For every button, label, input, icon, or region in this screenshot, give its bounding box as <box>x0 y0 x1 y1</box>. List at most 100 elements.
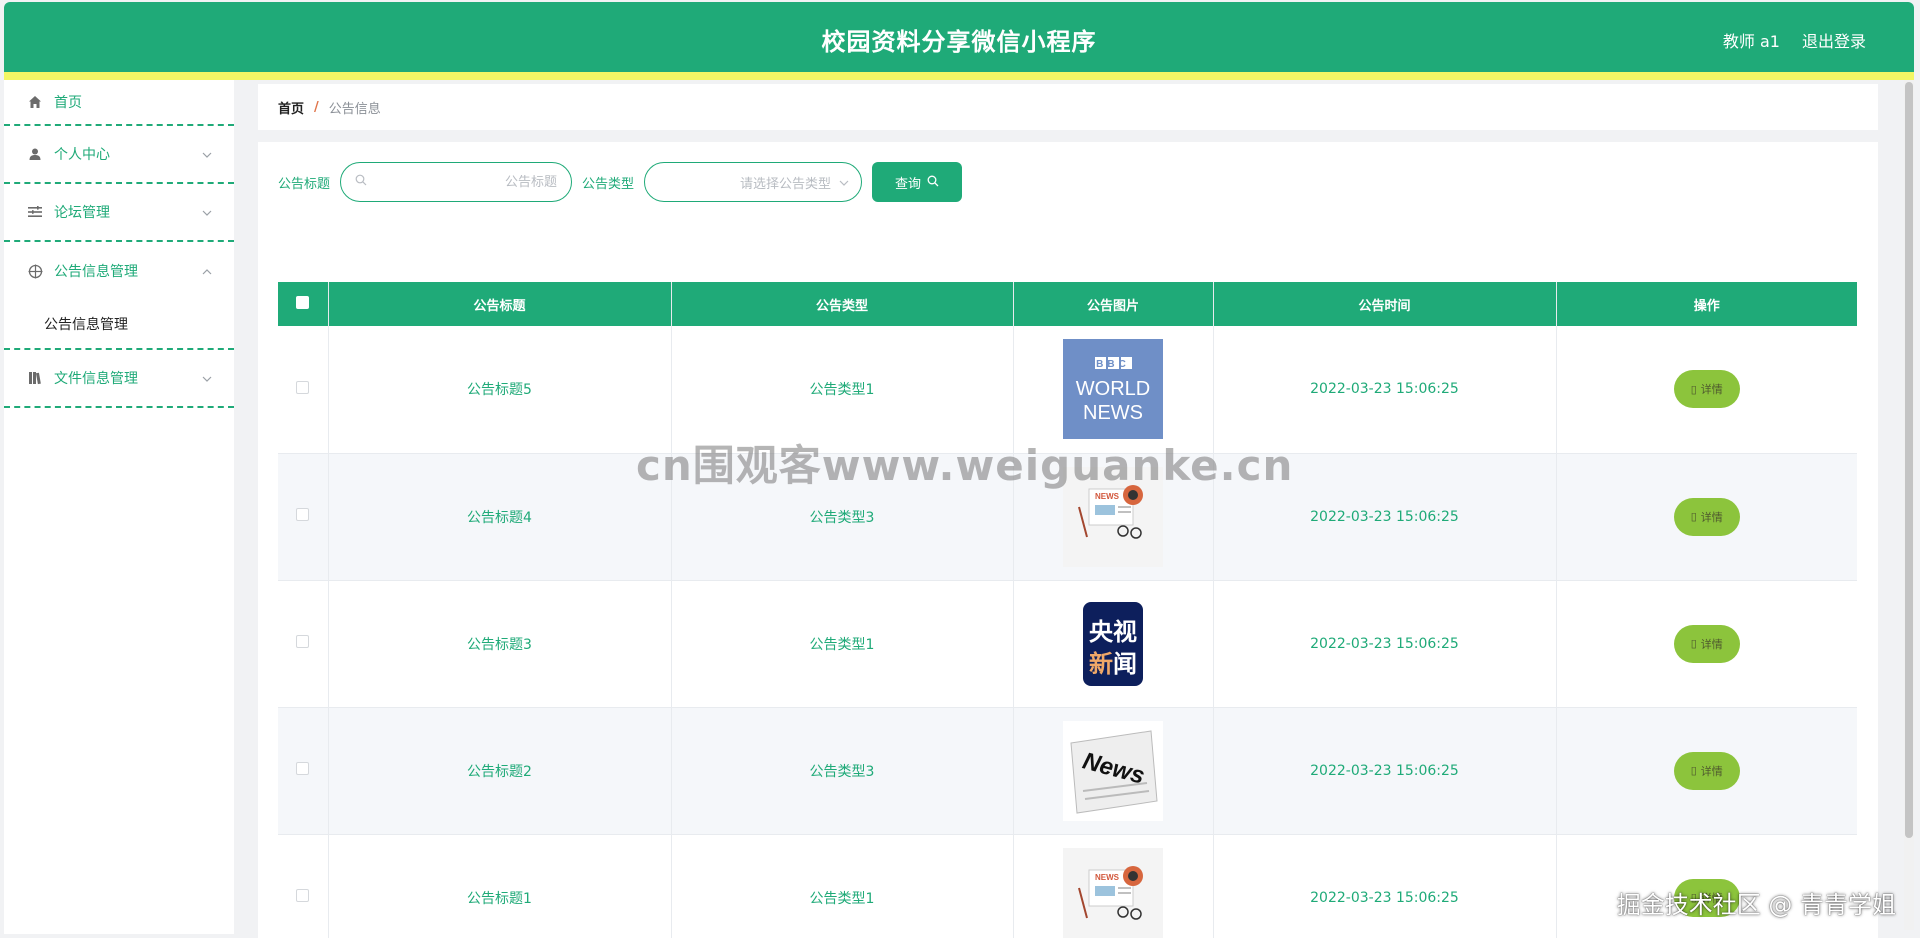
page-scrollbar[interactable] <box>1904 80 1914 930</box>
type-select-placeholder: 请选择公告类型 <box>740 176 832 192</box>
table-header-row: 公告标题 公告类型 公告图片 公告时间 操作 <box>278 282 1857 326</box>
breadcrumb-home[interactable]: 首页 <box>278 98 304 117</box>
sidebar-item-label: 公告信息管理 <box>54 264 138 280</box>
user-icon <box>26 145 44 163</box>
announcement-type-cell: 公告类型1 <box>671 326 1014 454</box>
sidebar-item-home[interactable]: 首页 <box>4 80 234 126</box>
sidebar-item-announcement[interactable]: 公告信息管理 <box>4 242 234 300</box>
type-select[interactable]: 请选择公告类型 <box>644 162 863 202</box>
announcement-title-cell: 公告标题1 <box>328 834 672 938</box>
breadcrumb: 首页 / 公告信息 <box>258 84 1878 130</box>
announcement-type-cell: 公告类型3 <box>671 453 1014 581</box>
news-paper-clip-image: NEWS <box>1063 466 1163 567</box>
announcement-image-cell: NEWS <box>1013 834 1214 938</box>
document-icon: ▯ <box>1690 383 1697 396</box>
svg-text:央视: 央视 <box>1089 618 1137 646</box>
announcement-time-cell: 2022-03-23 15:06:25 <box>1213 453 1557 581</box>
announcement-image-cell: BBC WORLD NEWS <box>1013 326 1214 454</box>
logout-link[interactable]: 退出登录 <box>1802 28 1866 52</box>
compass-icon <box>26 262 44 280</box>
announcement-time-cell: 2022-03-23 15:06:25 <box>1213 326 1557 454</box>
search-bar: 公告标题 公告类型 请选择公告类型 查询 <box>278 162 963 202</box>
sidebar-item-label: 个人中心 <box>54 147 110 163</box>
query-button-label: 查询 <box>895 175 922 191</box>
announcement-image-cell: 央视 新 闻 <box>1013 580 1214 708</box>
svg-text:WORLD: WORLD <box>1076 378 1150 400</box>
header-accent-strip <box>4 72 1914 80</box>
sidebar: 首页 个人中心 论坛管理 公告信息管理 公告信息管理 文件信息管理 <box>4 80 234 934</box>
main-content: 首页 / 公告信息 公告标题 公告类型 请选择公告类型 <box>258 84 1878 938</box>
svg-text:BBC: BBC <box>1096 359 1130 370</box>
announcement-image-cell: NEWS <box>1013 453 1214 581</box>
row-checkbox[interactable] <box>296 762 310 775</box>
user-info: 教师 a1 退出登录 <box>1723 28 1866 52</box>
row-checkbox[interactable] <box>296 635 310 648</box>
app-title: 校园资料分享微信小程序 <box>821 28 1097 56</box>
column-header: 公告图片 <box>1013 282 1214 326</box>
submenu-announcement: 公告信息管理 <box>4 300 234 350</box>
announcement-table: 公告标题 公告类型 公告图片 公告时间 操作 公告标题5 公告类型1 BBC W… <box>278 282 1857 938</box>
bbc-world-news-image: BBC WORLD NEWS <box>1063 339 1163 440</box>
detail-button[interactable]: ▯ 详情 <box>1673 497 1740 536</box>
select-all-checkbox[interactable] <box>278 282 329 326</box>
sidebar-item-label: 论坛管理 <box>54 205 110 221</box>
home-icon <box>26 93 44 111</box>
announcement-title-cell: 公告标题4 <box>328 453 672 581</box>
chevron-down-icon <box>839 176 849 189</box>
announcement-type-cell: 公告类型3 <box>671 707 1014 835</box>
title-search-field <box>340 162 573 202</box>
detail-button[interactable]: ▯ 详情 <box>1673 878 1740 917</box>
announcement-title-cell: 公告标题5 <box>328 326 672 454</box>
svg-text:NEWS: NEWS <box>1095 492 1120 501</box>
announcement-title-cell: 公告标题2 <box>328 707 672 835</box>
search-icon <box>355 174 367 190</box>
table-row: 公告标题5 公告类型1 BBC WORLD NEWS 2022-03-23 15… <box>278 326 1857 454</box>
announcement-image-cell: News <box>1013 707 1214 835</box>
document-icon: ▯ <box>1690 892 1697 904</box>
table-row: 公告标题1 公告类型1 NEWS 2022-03-23 15:06:25 ▯ 详… <box>278 834 1857 938</box>
row-checkbox[interactable] <box>296 380 310 394</box>
document-icon: ▯ <box>1690 638 1697 650</box>
title-filter-label: 公告标题 <box>278 176 331 192</box>
book-icon <box>26 369 44 387</box>
announcement-title-cell: 公告标题3 <box>328 580 672 708</box>
type-filter-label: 公告类型 <box>582 176 635 192</box>
sidebar-subitem-announcement-manage[interactable]: 公告信息管理 <box>4 300 234 350</box>
table-row: 公告标题4 公告类型3 NEWS 2022-03-23 15:06:25 ▯ 详… <box>278 453 1857 581</box>
sidebar-item-personal-center[interactable]: 个人中心 <box>4 126 234 184</box>
column-header: 公告类型 <box>671 282 1014 326</box>
document-icon: ▯ <box>1690 765 1697 777</box>
app-root: 校园资料分享微信小程序 教师 a1 退出登录 首页 个人中心 论坛管理 公告信息… <box>0 0 1920 938</box>
column-header: 操作 <box>1556 282 1857 326</box>
row-checkbox[interactable] <box>296 508 310 521</box>
news-paper-clip-image: NEWS <box>1063 847 1163 938</box>
chevron-up-icon <box>202 264 212 278</box>
detail-button[interactable]: ▯ 详情 <box>1673 624 1740 663</box>
sidebar-item-file-manage[interactable]: 文件信息管理 <box>4 350 234 408</box>
cctv-news-image: 央视 新 闻 <box>1063 593 1163 694</box>
breadcrumb-current: 公告信息 <box>328 101 381 117</box>
svg-text:新: 新 <box>1089 650 1113 678</box>
column-header: 公告时间 <box>1213 282 1557 326</box>
detail-button[interactable]: ▯ 详情 <box>1673 370 1740 409</box>
announcement-type-cell: 公告类型1 <box>671 834 1014 938</box>
detail-button[interactable]: ▯ 详情 <box>1673 751 1740 790</box>
announcement-type-cell: 公告类型1 <box>671 580 1014 708</box>
announcement-time-cell: 2022-03-23 15:06:25 <box>1213 834 1557 938</box>
list-icon <box>26 203 44 221</box>
title-search-input[interactable] <box>375 174 558 190</box>
newspaper-image: News <box>1063 720 1163 821</box>
content-card: 公告标题 公告类型 请选择公告类型 查询 <box>258 142 1878 938</box>
svg-text:NEWS: NEWS <box>1095 873 1120 882</box>
column-header: 公告标题 <box>328 282 672 326</box>
query-button[interactable]: 查询 <box>872 162 963 202</box>
document-icon: ▯ <box>1690 511 1697 523</box>
sidebar-item-forum[interactable]: 论坛管理 <box>4 184 234 242</box>
top-header: 校园资料分享微信小程序 教师 a1 退出登录 <box>4 2 1914 72</box>
chevron-down-icon <box>202 205 212 219</box>
scrollbar-thumb[interactable] <box>1905 82 1913 838</box>
sidebar-item-label: 文件信息管理 <box>54 371 138 387</box>
current-user: 教师 a1 <box>1722 32 1780 51</box>
announcement-time-cell: 2022-03-23 15:06:25 <box>1213 707 1557 835</box>
row-checkbox[interactable] <box>296 889 310 902</box>
